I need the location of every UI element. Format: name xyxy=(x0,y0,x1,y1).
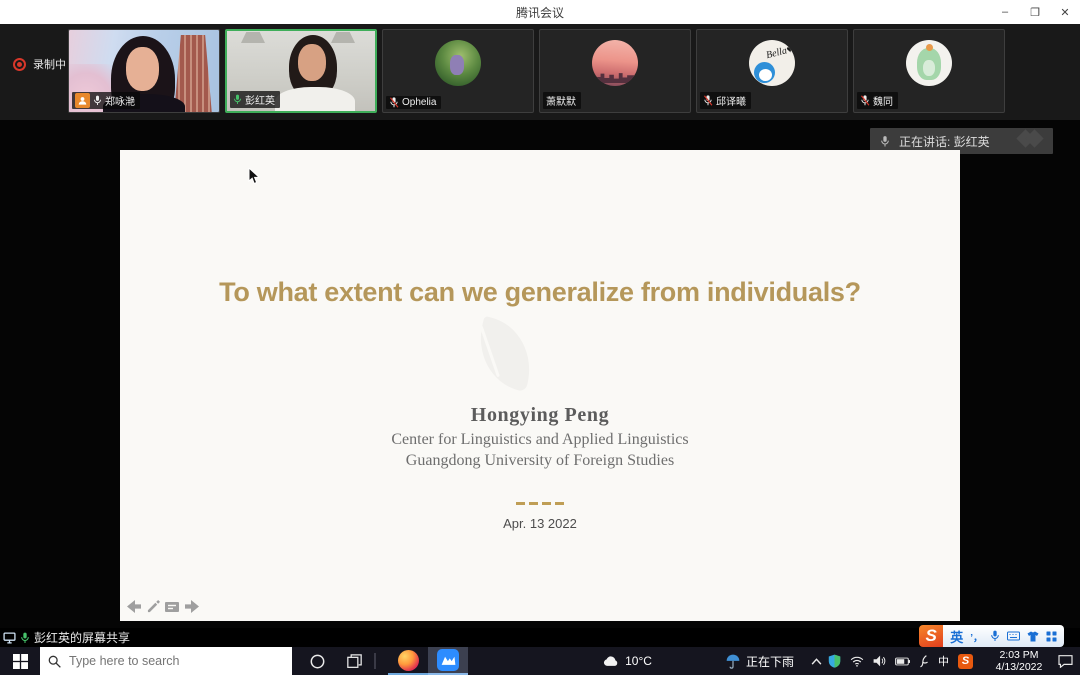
participant-tile[interactable]: 萧默默 xyxy=(539,29,691,113)
participant-tile[interactable]: 郑咏滟 xyxy=(68,29,220,113)
battery-icon[interactable] xyxy=(895,657,910,666)
participant-tile[interactable]: 彭红英 xyxy=(225,29,377,113)
participant-name: 萧默默 xyxy=(546,93,576,108)
slide-divider-dashes xyxy=(120,502,960,505)
firefox-icon xyxy=(398,650,419,671)
ime-language-toggle[interactable]: 英 xyxy=(950,627,963,646)
window-titlebar: 腾讯会议 – ❐ ✕ xyxy=(0,0,1080,24)
action-center-button[interactable] xyxy=(1050,647,1080,675)
security-shield-icon[interactable] xyxy=(828,654,841,668)
participant-name: Ophelia xyxy=(402,97,436,108)
mic-icon xyxy=(880,135,890,148)
taskbar-separator xyxy=(374,653,376,669)
participant-name: 邱译曦 xyxy=(716,93,746,108)
participant-name-badge: 郑咏滟 xyxy=(72,92,140,109)
firefox-taskbar-button[interactable] xyxy=(388,647,428,675)
volume-icon[interactable] xyxy=(873,655,886,667)
participant-name: 郑咏滟 xyxy=(105,93,135,108)
next-slide-button[interactable] xyxy=(184,600,199,613)
video-strip: 录制中 郑咏滟 xyxy=(0,24,1080,120)
mouse-cursor xyxy=(248,168,260,185)
participant-name-badge: 邱译曦 xyxy=(700,92,751,109)
task-view-button[interactable] xyxy=(336,647,372,675)
participant-name-badge: 萧默默 xyxy=(543,92,581,109)
taskbar-clock[interactable]: 2:03 PM 4/13/2022 xyxy=(992,647,1046,675)
search-input[interactable] xyxy=(69,654,259,668)
presentation-slide: To what extent can we generalize from in… xyxy=(120,150,960,621)
pen-tool-button[interactable] xyxy=(147,600,160,613)
recording-label: 录制中 xyxy=(33,56,66,72)
taskbar-search-box[interactable] xyxy=(40,647,292,675)
start-button[interactable] xyxy=(0,647,40,675)
mic-active-icon xyxy=(20,632,30,644)
search-icon xyxy=(48,655,61,668)
leaf-watermark-icon xyxy=(469,316,541,392)
weather-status-label: 正在下雨 xyxy=(746,653,794,670)
ime-keyboard-button[interactable] xyxy=(1007,631,1020,641)
sogou-tray-icon[interactable]: S xyxy=(958,654,973,669)
participant-name: 彭红英 xyxy=(245,92,275,107)
mic-active-icon xyxy=(233,94,242,105)
slide-affiliation-1: Center for Linguistics and Applied Lingu… xyxy=(120,431,960,449)
participant-tile[interactable]: Bella♥ 邱译曦 xyxy=(696,29,848,113)
tencent-meeting-window: 腾讯会议 – ❐ ✕ 录制中 xyxy=(0,0,1080,675)
record-dot-icon xyxy=(13,58,26,71)
share-status-bar: 彭红英的屏幕共享 S 英 ’， xyxy=(0,628,1080,647)
windows-ink-pen-icon[interactable] xyxy=(919,655,929,668)
slide-affiliation-2: Guangdong University of Foreign Studies xyxy=(120,452,960,470)
tencent-meeting-taskbar-button[interactable] xyxy=(428,647,468,675)
sogou-ime-toolbar: S 英 ’， xyxy=(919,625,1064,647)
cloud-icon xyxy=(602,655,619,667)
taskbar-weather[interactable]: 10°C xyxy=(592,647,662,675)
speaking-label: 正在讲话: 彭红英 xyxy=(899,133,990,150)
ime-skin-button[interactable] xyxy=(1027,631,1039,642)
participant-tiles: 郑咏滟 彭红英 xyxy=(68,29,1005,113)
weather-temp-label: 10°C xyxy=(625,654,652,668)
ime-voice-button[interactable] xyxy=(990,630,1000,642)
share-status-label: 彭红英的屏幕共享 xyxy=(34,629,130,646)
recording-indicator: 录制中 xyxy=(13,56,66,72)
mic-muted-icon xyxy=(860,95,870,106)
shared-screen-stage: 正在讲话: 彭红英 To what extent can we generali… xyxy=(0,120,1080,628)
close-button[interactable]: ✕ xyxy=(1050,0,1080,24)
ime-punctuation-toggle[interactable]: ’， xyxy=(970,629,983,644)
slide-title: To what extent can we generalize from in… xyxy=(120,277,960,308)
slide-author: Hongying Peng xyxy=(120,404,960,427)
participant-name: 魏同 xyxy=(873,93,893,108)
sogou-logo[interactable]: S xyxy=(919,625,943,647)
umbrella-icon xyxy=(726,654,740,669)
mic-on-icon xyxy=(93,95,102,106)
participant-tile[interactable]: 魏同 xyxy=(853,29,1005,113)
window-title: 腾讯会议 xyxy=(516,4,564,21)
show-hidden-icons-button[interactable] xyxy=(806,647,826,675)
mic-muted-icon xyxy=(389,97,399,108)
windows-taskbar: 10°C 正在下雨 中 S 2:03 PM 4/13/2022 xyxy=(0,647,1080,675)
ime-toolbox-button[interactable] xyxy=(1046,631,1057,642)
participant-name-badge: Ophelia xyxy=(386,96,441,109)
clock-time: 2:03 PM xyxy=(999,649,1038,661)
slideshow-nav-controls xyxy=(127,600,199,613)
taskbar-weather-status[interactable]: 正在下雨 xyxy=(712,647,808,675)
host-badge-icon xyxy=(75,93,90,108)
previous-slide-button[interactable] xyxy=(127,600,142,613)
ime-mode-tray-indicator[interactable]: 中 xyxy=(938,653,949,669)
participant-tile[interactable]: Ophelia xyxy=(382,29,534,113)
system-tray: 中 S xyxy=(828,647,973,675)
minimize-button[interactable]: – xyxy=(990,0,1020,24)
meeting-logo-watermark xyxy=(1023,132,1041,145)
clock-date: 4/13/2022 xyxy=(996,661,1043,673)
cortana-button[interactable] xyxy=(298,647,336,675)
mic-muted-icon xyxy=(703,95,713,106)
maximize-button[interactable]: ❐ xyxy=(1020,0,1050,24)
participant-name-badge: 魏同 xyxy=(857,92,898,109)
tencent-meeting-icon xyxy=(437,649,459,671)
slide-panel-button[interactable] xyxy=(165,601,179,613)
participant-name-badge: 彭红英 xyxy=(230,91,280,108)
window-controls: – ❐ ✕ xyxy=(990,0,1080,24)
slide-date: Apr. 13 2022 xyxy=(120,516,960,531)
screen-share-icon xyxy=(3,632,16,644)
wifi-icon[interactable] xyxy=(850,656,864,667)
avatar-handwriting: Bella♥ xyxy=(765,44,794,61)
